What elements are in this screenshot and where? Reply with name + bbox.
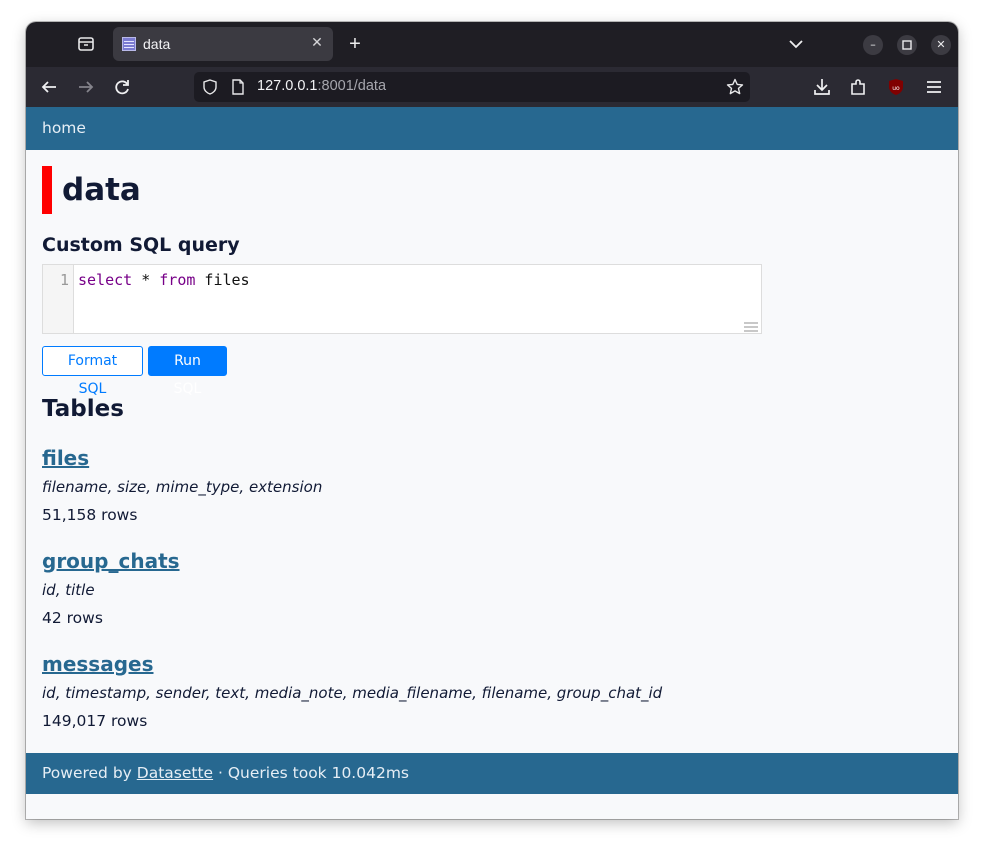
table-row-count: 51,158 rows xyxy=(42,506,138,524)
tab-bar: data ✕ + – ✕ xyxy=(26,22,958,67)
table-row-count: 42 rows xyxy=(42,609,103,627)
site-header: home xyxy=(26,107,958,150)
minimize-icon[interactable]: – xyxy=(863,35,883,55)
back-icon[interactable] xyxy=(38,76,60,98)
close-window-icon[interactable]: ✕ xyxy=(931,35,951,55)
table-link-group-chats[interactable]: group_chats xyxy=(42,549,180,573)
sql-keyword-select: select xyxy=(78,271,133,289)
table-item: files filename, size, mime_type, extensi… xyxy=(42,446,322,524)
custom-sql-heading: Custom SQL query xyxy=(42,234,240,256)
footer-text: Powered by Datasette · Queries took 10.0… xyxy=(42,764,409,782)
extensions-icon[interactable] xyxy=(847,76,869,98)
firefox-view-icon[interactable] xyxy=(76,34,96,54)
bookmark-star-icon[interactable] xyxy=(726,78,744,96)
svg-text:uo: uo xyxy=(892,85,900,92)
run-sql-button[interactable]: Run SQL xyxy=(148,346,227,397)
page-icon[interactable] xyxy=(230,79,246,95)
ublock-origin-icon[interactable]: uo xyxy=(885,76,907,98)
sql-token-table: files xyxy=(195,271,250,289)
url-text[interactable]: 127.0.0.1:8001/data xyxy=(257,78,386,94)
downloads-icon[interactable] xyxy=(811,76,833,98)
shield-icon[interactable] xyxy=(202,79,218,95)
table-columns: id, timestamp, sender, text, media_note,… xyxy=(42,684,663,702)
url-bar[interactable]: 127.0.0.1:8001/data xyxy=(194,72,750,102)
footer-prefix: Powered by xyxy=(42,764,137,782)
datasette-link[interactable]: Datasette xyxy=(137,764,213,782)
editor-gutter: 1 xyxy=(43,265,74,333)
sql-code[interactable]: select * from files xyxy=(78,271,250,289)
sql-keyword-from: from xyxy=(159,271,196,289)
table-link-messages[interactable]: messages xyxy=(42,652,662,676)
table-item: group_chats id, title 42 rows xyxy=(42,549,180,627)
maximize-icon[interactable] xyxy=(897,35,917,55)
tables-heading: Tables xyxy=(42,396,124,422)
home-link[interactable]: home xyxy=(42,119,86,137)
footer-query-time: · Queries took 10.042ms xyxy=(213,764,409,782)
tab-data[interactable]: data ✕ xyxy=(113,27,333,61)
tab-title: data xyxy=(143,36,171,52)
sql-token-star: * xyxy=(132,271,160,289)
url-host: 127.0.0.1 xyxy=(257,78,318,94)
resize-handle-icon[interactable] xyxy=(744,318,758,332)
page-title: data xyxy=(42,166,141,214)
close-tab-icon[interactable]: ✕ xyxy=(309,35,325,51)
site-footer: Powered by Datasette · Queries took 10.0… xyxy=(26,753,958,794)
format-sql-button[interactable]: Format SQL xyxy=(42,346,143,397)
sql-editor[interactable]: 1 select * from files xyxy=(42,264,762,334)
table-columns: id, title xyxy=(42,581,95,599)
table-favicon-icon xyxy=(122,37,136,51)
main-content: data Custom SQL query 1 select * from fi… xyxy=(26,150,958,753)
table-columns: filename, size, mime_type, extension xyxy=(42,478,323,496)
line-number: 1 xyxy=(59,271,69,289)
table-item: messages id, timestamp, sender, text, me… xyxy=(42,652,662,730)
navigation-bar: 127.0.0.1:8001/data uo xyxy=(26,67,958,107)
new-tab-icon[interactable]: + xyxy=(344,33,366,55)
forward-icon[interactable] xyxy=(75,76,97,98)
page-bottom xyxy=(26,794,958,819)
browser-window: data ✕ + – ✕ 127.0.0.1:8001/data uo home… xyxy=(26,22,958,819)
menu-icon[interactable] xyxy=(923,76,945,98)
reload-icon[interactable] xyxy=(111,76,133,98)
table-row-count: 149,017 rows xyxy=(42,712,148,730)
url-path: :8001/data xyxy=(317,78,387,94)
table-link-files[interactable]: files xyxy=(42,446,322,470)
chevron-down-icon[interactable] xyxy=(786,34,806,54)
